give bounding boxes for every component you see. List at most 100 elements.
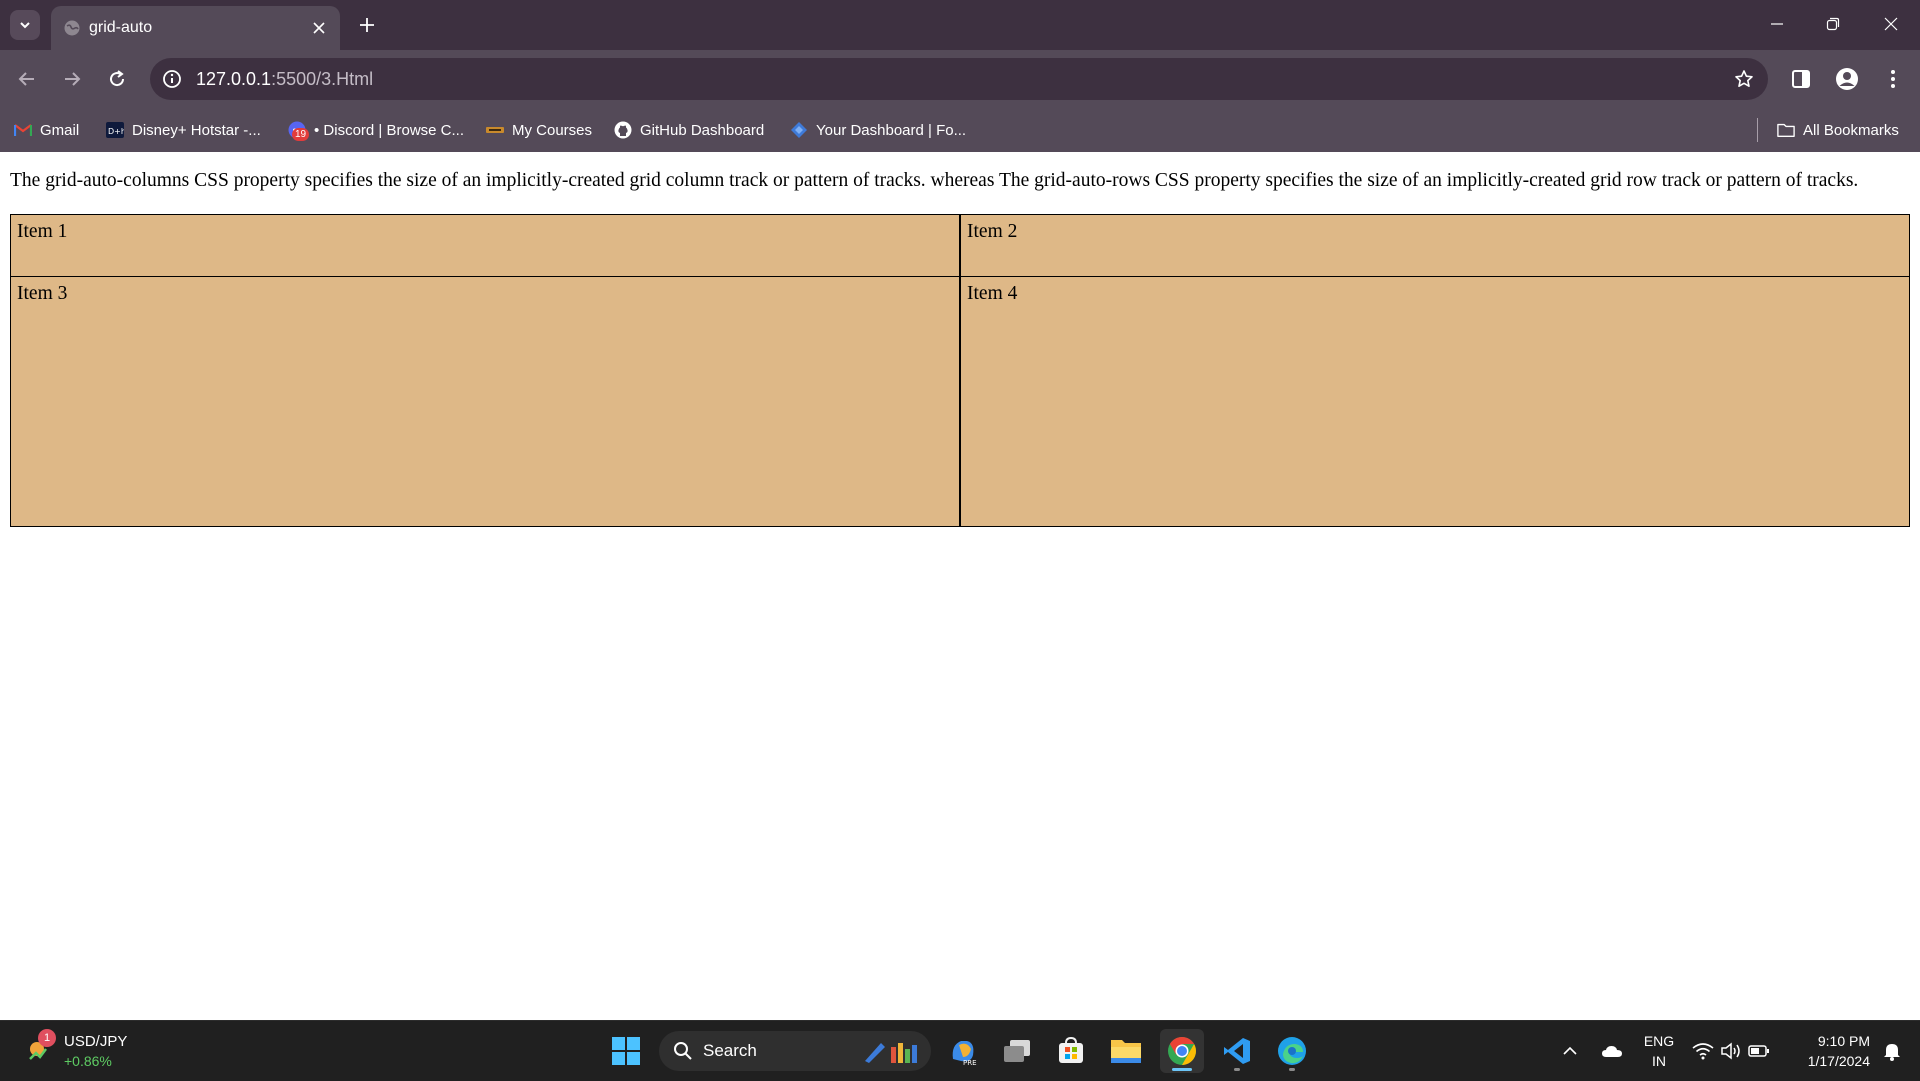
bookmark-discord[interactable]: 19 • Discord | Browse C... <box>288 118 464 142</box>
gmail-icon <box>14 121 32 139</box>
running-indicator <box>1289 1068 1295 1071</box>
back-button[interactable] <box>10 62 44 96</box>
kebab-menu-icon <box>1891 70 1895 88</box>
windows-logo-icon <box>612 1037 640 1065</box>
search-icon <box>674 1042 692 1060</box>
chevron-down-icon <box>20 22 30 29</box>
browser-toolbar: 127.0.0.1:5500/3.Html <box>0 50 1920 108</box>
all-bookmarks-button[interactable]: All Bookmarks <box>1777 118 1899 142</box>
edge-icon <box>1278 1037 1306 1065</box>
task-view-button[interactable] <box>995 1029 1039 1073</box>
edge-app[interactable] <box>1270 1029 1314 1073</box>
discord-badge: 19 <box>292 128 310 141</box>
bookmark-label: • Discord | Browse C... <box>314 121 465 139</box>
bookmark-hotstar[interactable]: D+h Disney+ Hotstar -... <box>106 118 261 142</box>
task-view-icon <box>1004 1040 1030 1062</box>
chrome-icon <box>1168 1037 1196 1065</box>
page-content: The grid-auto-columns CSS property speci… <box>0 152 1920 1020</box>
taskbar-search[interactable]: Search <box>659 1031 931 1071</box>
store-icon <box>1059 1037 1083 1063</box>
battery-icon <box>1748 1045 1769 1057</box>
bell-icon <box>1884 1044 1900 1061</box>
bookmark-my-courses[interactable]: My Courses <box>486 118 592 142</box>
tab-close-button[interactable] <box>308 17 330 39</box>
grid-item-4: Item 4 <box>960 277 1910 527</box>
close-window-button[interactable] <box>1871 8 1911 40</box>
microsoft-store-app[interactable] <box>1049 1029 1093 1073</box>
svg-text:D+h: D+h <box>108 127 124 136</box>
minimize-button[interactable] <box>1757 8 1797 40</box>
bookmark-label: Your Dashboard | Fo... <box>816 121 967 139</box>
wifi-icon <box>1692 1043 1714 1060</box>
widget-change: +0.86% <box>64 1053 112 1069</box>
tab-strip: grid-auto <box>0 0 1920 50</box>
forward-button[interactable] <box>55 62 89 96</box>
search-highlight-icon <box>865 1043 917 1063</box>
bookmark-label: Gmail <box>40 121 80 139</box>
file-explorer-app[interactable] <box>1104 1029 1148 1073</box>
grid-container: Item 1 Item 2 Item 3 Item 4 <box>10 214 1910 527</box>
bookmark-github[interactable]: GitHub Dashboard <box>614 118 764 142</box>
address-bar[interactable]: 127.0.0.1:5500/3.Html <box>150 58 1768 100</box>
cloud-icon <box>1602 1046 1622 1057</box>
language-indicator[interactable]: ENG IN <box>1640 1031 1678 1071</box>
tab-title: grid-auto <box>89 19 153 36</box>
dashboard-icon <box>790 121 808 139</box>
active-indicator <box>1172 1068 1192 1071</box>
language-code: ENG <box>1643 1033 1675 1049</box>
copilot-icon: PRE <box>952 1041 977 1067</box>
search-label: Search <box>703 1041 757 1060</box>
onedrive-button[interactable] <box>1590 1029 1634 1073</box>
new-tab-button[interactable] <box>352 10 382 40</box>
site-info-button[interactable] <box>160 67 184 91</box>
svg-text:PRE: PRE <box>963 1059 977 1067</box>
url-path: :5500/3.Html <box>271 69 374 89</box>
url-host: 127.0.0.1 <box>196 69 272 89</box>
url-text[interactable]: 127.0.0.1:5500/3.Html <box>196 69 373 90</box>
show-hidden-icons-button[interactable] <box>1548 1029 1592 1073</box>
chevron-up-icon <box>1563 1046 1577 1055</box>
bookmark-your-dashboard[interactable]: Your Dashboard | Fo... <box>790 118 966 142</box>
weather-stock-widget[interactable]: 1 USD/JPY +0.86% <box>20 1029 140 1073</box>
grid-item-1: Item 1 <box>10 214 960 277</box>
chrome-app[interactable] <box>1160 1029 1204 1073</box>
folder-icon <box>1111 1040 1141 1063</box>
vscode-app[interactable] <box>1215 1029 1259 1073</box>
reload-icon <box>110 70 125 87</box>
copilot-app[interactable]: PRE <box>941 1029 985 1073</box>
close-icon <box>313 22 325 34</box>
plus-icon <box>360 18 374 32</box>
volume-icon <box>1721 1042 1740 1060</box>
reload-button[interactable] <box>100 62 134 96</box>
close-icon <box>1884 17 1898 31</box>
profile-button[interactable] <box>1830 62 1864 96</box>
widget-badge: 1 <box>38 1029 56 1047</box>
tab-search-button[interactable] <box>10 10 40 40</box>
notifications-button[interactable] <box>1872 1029 1912 1073</box>
restore-icon <box>1826 17 1840 31</box>
folder-icon <box>1777 121 1795 139</box>
discord-icon: 19 <box>288 121 310 141</box>
side-panel-button[interactable] <box>1784 62 1818 96</box>
github-icon <box>614 121 632 139</box>
bookmark-label: My Courses <box>512 121 593 139</box>
minimize-icon <box>1771 23 1783 25</box>
profile-icon <box>1836 68 1858 90</box>
star-icon <box>1735 70 1753 87</box>
bookmark-label: GitHub Dashboard <box>640 121 765 139</box>
bookmark-star-button[interactable] <box>1732 67 1756 91</box>
globe-icon <box>64 20 80 36</box>
side-panel-icon <box>1792 70 1810 88</box>
widget-title: USD/JPY <box>64 1033 128 1050</box>
quick-settings-button[interactable] <box>1686 1029 1776 1073</box>
info-icon <box>163 70 181 88</box>
courses-icon <box>486 121 504 139</box>
menu-button[interactable] <box>1876 62 1910 96</box>
vscode-icon <box>1224 1038 1250 1064</box>
clock[interactable]: 9:10 PM 1/17/2024 <box>1790 1031 1870 1071</box>
restore-button[interactable] <box>1813 8 1853 40</box>
start-button[interactable] <box>604 1029 648 1073</box>
bookmark-gmail[interactable]: Gmail <box>14 118 79 142</box>
browser-tab[interactable]: grid-auto <box>51 6 340 50</box>
running-indicator <box>1234 1068 1240 1071</box>
